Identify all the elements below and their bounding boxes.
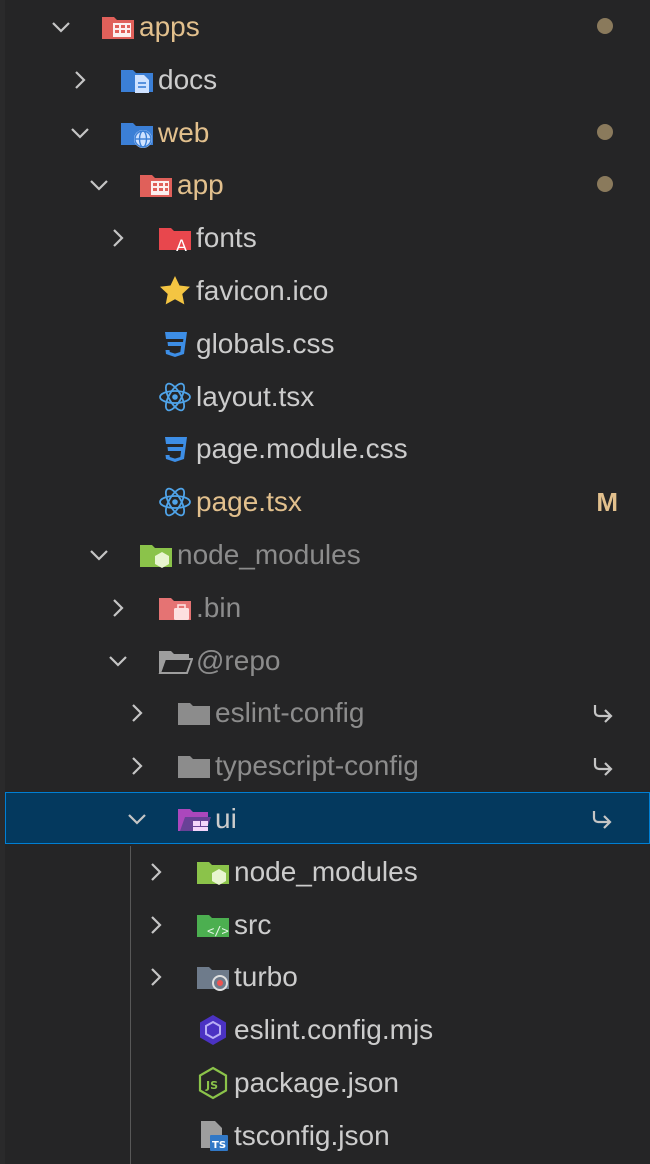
tree-folder-row[interactable]: @repo: [0, 635, 650, 687]
tree-folder-row[interactable]: typescript-config: [0, 740, 650, 792]
svg-text:</>: </>: [207, 924, 229, 938]
tree-item-label: eslint.config.mjs: [234, 1014, 434, 1046]
tree-item-label: docs: [158, 63, 218, 95]
tree-item-label: page.module.css: [196, 433, 408, 465]
git-status-badge: M: [596, 487, 618, 518]
tree-file-row[interactable]: TS tsconfig.json: [0, 1110, 650, 1162]
indent-guide: [130, 846, 131, 1164]
changes-dot-indicator: [597, 176, 613, 193]
chevron-right-icon[interactable]: [69, 69, 91, 91]
src-folder-icon: </>: [195, 907, 231, 943]
chevron-right-icon[interactable]: [145, 966, 167, 988]
tree-folder-row[interactable]: eslint-config: [0, 687, 650, 739]
chevron-down-icon[interactable]: [50, 16, 72, 38]
symlink-arrow-icon: [590, 701, 614, 725]
chevron-right-icon[interactable]: [145, 861, 167, 883]
tree-item-label: app: [177, 169, 224, 201]
css-icon: [157, 326, 193, 362]
tree-folder-row[interactable]: app: [0, 159, 650, 211]
tree-item-label: fonts: [196, 222, 257, 254]
tree-folder-row[interactable]: node_modules: [0, 529, 650, 581]
web-folder-icon: [119, 115, 155, 151]
tsconfig-icon: TS: [195, 1118, 231, 1154]
tree-item-label: ui: [215, 803, 237, 834]
tree-item-label: tsconfig.json: [234, 1119, 390, 1151]
chevron-down-icon[interactable]: [88, 174, 110, 196]
tree-folder-row[interactable]: ui: [5, 792, 650, 844]
gray-folder-icon: [176, 695, 212, 731]
tree-folder-row[interactable]: .bin: [0, 582, 650, 634]
apps-folder-icon: [100, 9, 136, 45]
favicon-star-icon: [157, 273, 193, 309]
chevron-right-icon[interactable]: [107, 597, 129, 619]
node-modules-folder-icon: [195, 854, 231, 890]
chevron-right-icon[interactable]: [107, 227, 129, 249]
tree-item-label: package.json: [234, 1067, 400, 1098]
tree-item-label: src: [234, 908, 272, 940]
docs-folder-icon: [119, 62, 155, 98]
chevron-down-icon[interactable]: [69, 122, 91, 144]
css-icon: [157, 431, 193, 467]
react-icon: [157, 484, 193, 520]
tree-folder-row[interactable]: docs: [0, 54, 650, 106]
react-icon: [157, 379, 193, 415]
chevron-right-icon[interactable]: [126, 755, 148, 777]
node-modules-folder-icon: [138, 537, 174, 573]
gray-folder-icon: [176, 748, 212, 784]
nodejs-icon: JS: [195, 1065, 231, 1101]
chevron-down-icon[interactable]: [126, 808, 148, 830]
tree-item-label: layout.tsx: [196, 380, 315, 412]
chevron-right-icon[interactable]: [126, 702, 148, 724]
tree-item-label: node_modules: [234, 855, 418, 887]
tree-folder-row[interactable]: apps: [0, 1, 650, 53]
symlink-arrow-icon: [590, 754, 614, 778]
chevron-down-icon[interactable]: [88, 544, 110, 566]
tree-item-label: web: [158, 116, 210, 148]
symlink-arrow-icon: [589, 807, 613, 831]
tree-file-row[interactable]: page.tsx M: [0, 476, 650, 528]
tree-item-label: eslint-config: [215, 697, 365, 729]
svg-text:JS: JS: [205, 1079, 218, 1092]
tree-item-label: apps: [139, 11, 200, 42]
tree-item-label: turbo: [234, 961, 298, 993]
tree-folder-row[interactable]: web: [0, 107, 650, 159]
chevron-right-icon[interactable]: [145, 914, 167, 936]
svg-text:A: A: [176, 236, 187, 255]
app-folder-icon: [138, 167, 174, 203]
turbo-folder-icon: [195, 959, 231, 995]
tree-file-row[interactable]: layout.tsx: [0, 371, 650, 423]
tree-item-label: globals.css: [196, 327, 335, 359]
tree-file-row[interactable]: globals.css: [0, 318, 650, 370]
changes-dot-indicator: [597, 18, 613, 34]
tree-folder-row[interactable]: turbo: [0, 951, 650, 1003]
tree-folder-row[interactable]: node_modules: [0, 846, 650, 898]
chevron-down-icon[interactable]: [107, 650, 129, 672]
eslint-icon: [195, 1012, 231, 1048]
tree-file-row[interactable]: JS package.json: [0, 1057, 650, 1109]
changes-dot-indicator: [597, 123, 613, 140]
tree-item-label: page.tsx: [196, 486, 302, 518]
tree-folder-row[interactable]: </> src: [0, 899, 650, 951]
svg-text:TS: TS: [212, 1140, 226, 1151]
tree-item-label: @repo: [196, 644, 281, 676]
tree-file-row[interactable]: page.module.css: [0, 423, 650, 475]
tree-folder-row[interactable]: Afonts: [0, 212, 650, 264]
tree-file-row[interactable]: eslint.config.mjs: [0, 1004, 650, 1056]
open-folder-icon: [157, 643, 194, 679]
bin-folder-icon: [157, 590, 193, 626]
tree-item-label: node_modules: [177, 539, 361, 570]
fonts-folder-icon: A: [157, 220, 193, 256]
ui-folder-icon: [176, 801, 212, 837]
tree-item-label: favicon.ico: [196, 275, 329, 306]
tree-item-label: typescript-config: [215, 750, 419, 782]
tree-item-label: .bin: [196, 591, 242, 623]
tree-file-row[interactable]: favicon.ico: [0, 265, 650, 317]
